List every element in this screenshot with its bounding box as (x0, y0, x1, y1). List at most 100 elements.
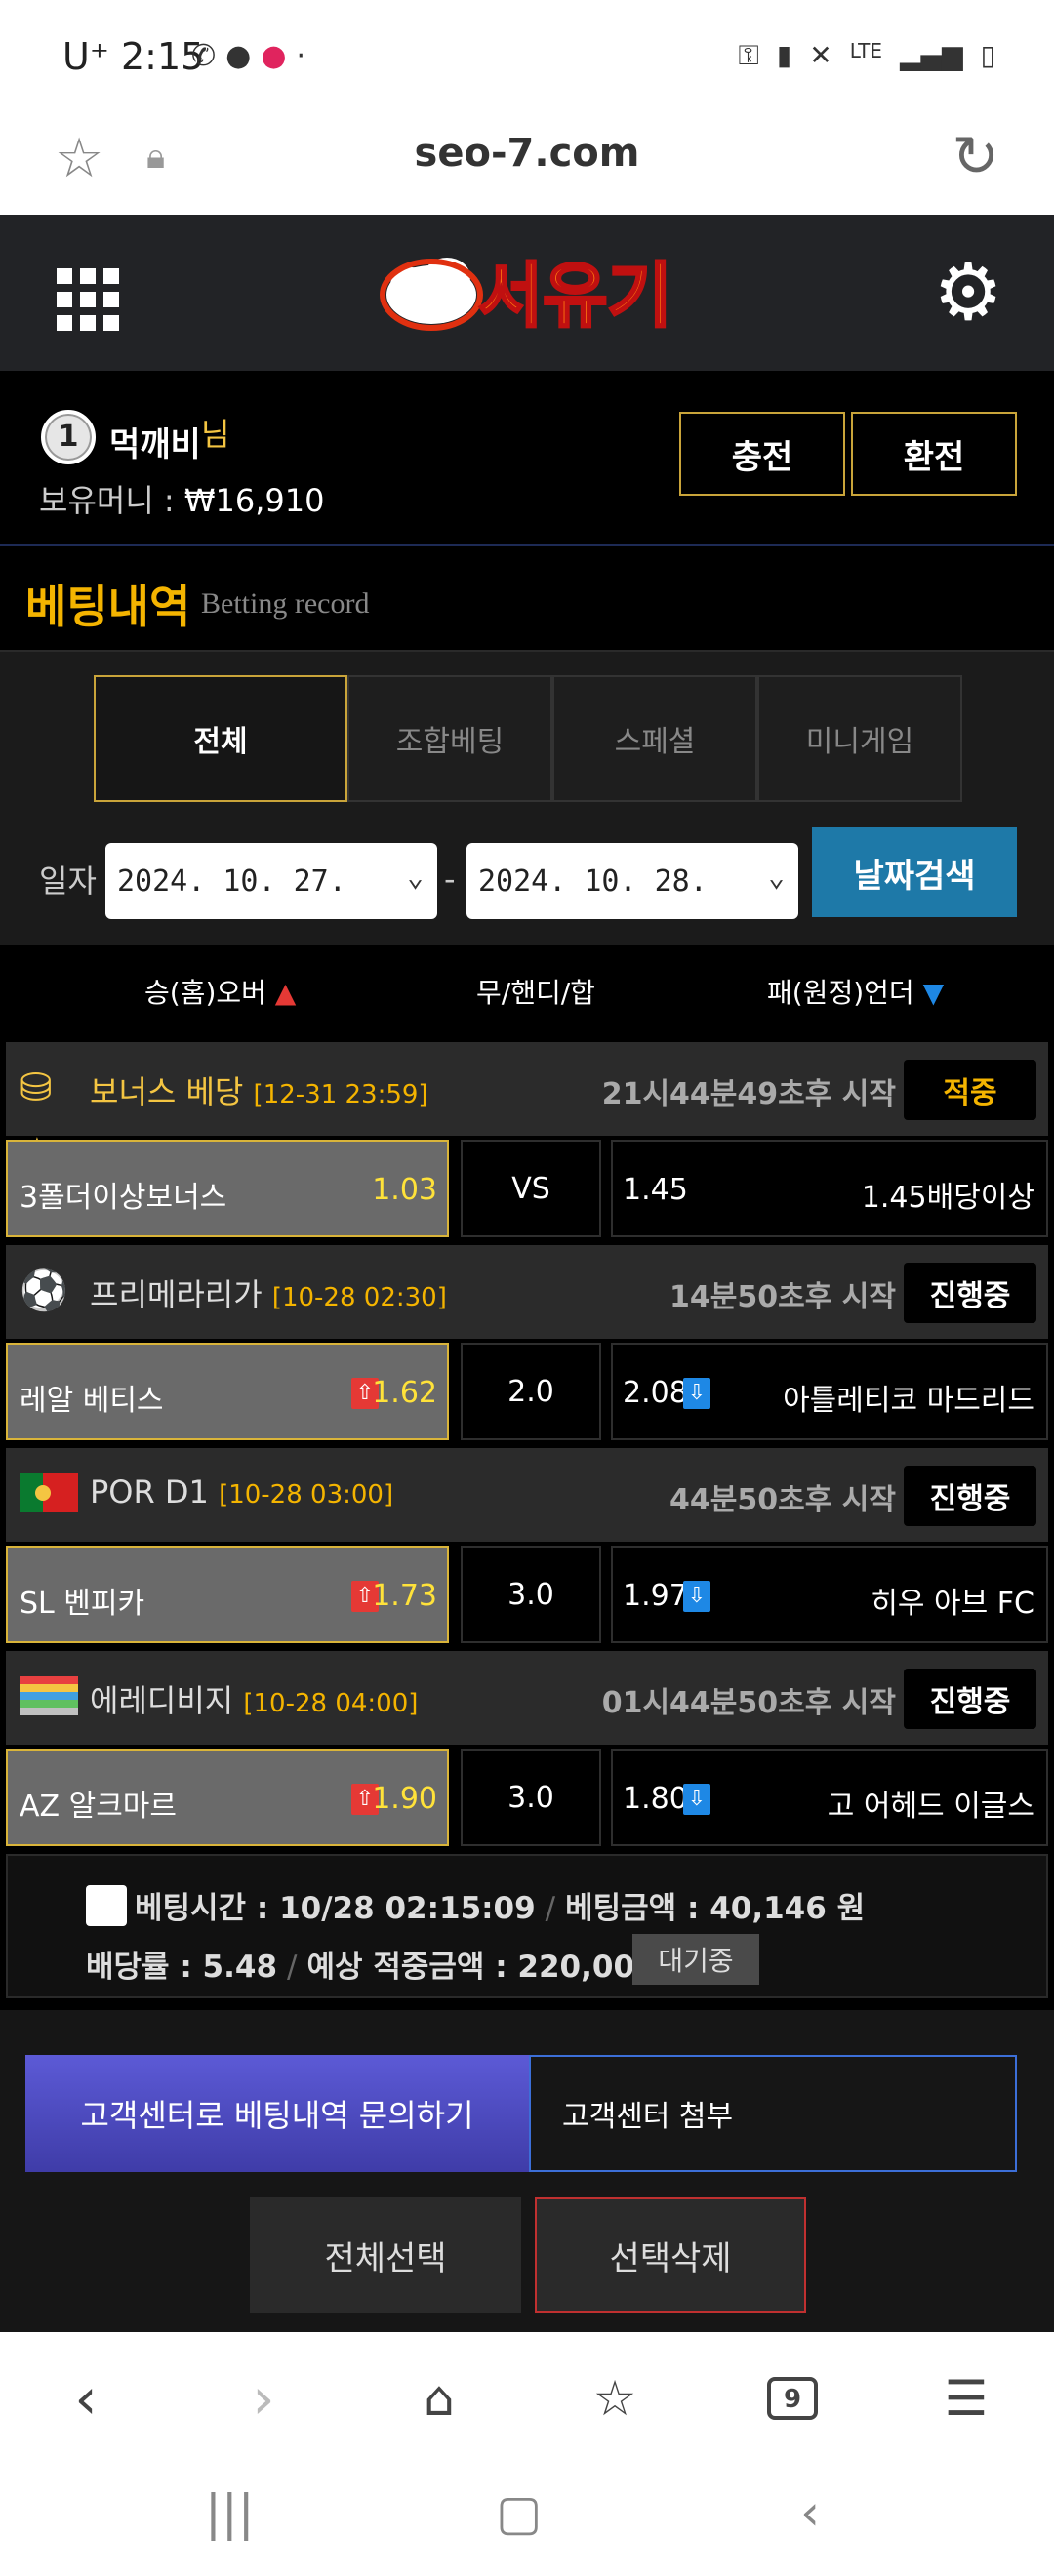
home-button-icon[interactable]: ▢ (496, 2484, 542, 2541)
bet-amount: 40,146 원 (709, 1891, 866, 1926)
away-pick[interactable]: 1.97 ⇩ 히우 아브 FC (611, 1546, 1048, 1643)
notification-icons: ✆ ● ● · (191, 39, 305, 73)
site-logo[interactable]: 서유기 (371, 234, 693, 351)
page-title-bar: 베팅내역 Betting record (0, 546, 1054, 652)
game-header: ⛁★ 보너스 베당 [12-31 23:59] 21시44분49초후 시작 적중 (6, 1042, 1048, 1175)
handicap-cell[interactable]: 3.0 (461, 1749, 601, 1846)
away-team: 고 어헤드 이글스 (827, 1790, 1034, 1824)
status-badge: 진행중 (904, 1669, 1036, 1729)
bonus-coins-icon: ⛁★ (20, 1066, 55, 1175)
url-bar[interactable]: ☆ 🔒︎ seo-7.com ↻ (0, 107, 1054, 215)
home-pick[interactable]: 3폴더이상보너스 1.03 (6, 1140, 449, 1237)
draw-cell[interactable]: VS (461, 1140, 601, 1237)
menu-grid-icon[interactable] (57, 268, 119, 331)
network-label: LTE (849, 39, 882, 62)
start-countdown: 21시44분49초후 시작 (601, 1077, 896, 1111)
user-panel: 1 먹깨비 님 보유머니 : ₩16,910 충전 환전 (0, 371, 1054, 546)
game-row: SL 벤피카 ⇧ 1.73 3.0 1.97 ⇩ 히우 아브 FC (6, 1546, 1048, 1643)
summary-line-1: 베팅시간 : 10/28 02:15:09/베팅금액 : 40,146 원 (135, 1891, 866, 1926)
start-countdown: 14분50초후 시작 (669, 1280, 896, 1314)
summary-line-2: 배당률 : 5.48/예상 적중금액 : 220,000 원 (86, 1950, 694, 1985)
system-nav: ||| ▢ ‹ (0, 2459, 1054, 2576)
tab-special[interactable]: 스페셜 (552, 675, 757, 802)
tab-all[interactable]: 전체 (94, 675, 347, 802)
away-team: 히우 아브 FC (871, 1587, 1034, 1621)
chevron-down-icon: ⌄ (768, 861, 785, 893)
delete-selected-button[interactable]: 선택삭제 (535, 2197, 806, 2313)
away-pick[interactable]: 1.80 ⇩ 고 어헤드 이글스 (611, 1749, 1048, 1846)
date-dash: - (444, 861, 456, 898)
home-pick[interactable]: AZ 알크마르 ⇧ 1.90 (6, 1749, 449, 1846)
start-date-select[interactable]: 2024. 10. 27. ⌄ (105, 843, 437, 919)
site-header: 서유기 ⚙ (0, 215, 1054, 371)
reload-icon[interactable]: ↻ (952, 123, 999, 189)
dot-icon: · (296, 39, 306, 73)
chat-icon: ● (225, 39, 252, 73)
url-text[interactable]: seo-7.com (0, 131, 1054, 176)
settings-gear-icon[interactable]: ⚙ (933, 254, 1003, 332)
game-row: AZ 알크마르 ⇧ 1.90 3.0 1.80 ⇩ 고 어헤드 이글스 (6, 1749, 1048, 1846)
phone-icon: ✆ (191, 39, 217, 73)
inquiry-button[interactable]: 고객센터로 베팅내역 문의하기 (25, 2055, 529, 2172)
laliga-icon: ⚽ (20, 1268, 68, 1313)
tabs-icon[interactable]: 9 (767, 2377, 818, 2420)
attach-button[interactable]: 고객센터 첨부 (529, 2055, 1017, 2172)
date-label: 일자 (39, 863, 97, 900)
tab-combo[interactable]: 조합베팅 (347, 675, 552, 802)
league-name: 프리메라리가 [10-28 02:30] (90, 1276, 447, 1313)
game-header: ⚽ 프리메라리가 [10-28 02:30] 14분50초후 시작 진행중 (6, 1245, 1048, 1339)
exchange-button[interactable]: 환전 (851, 412, 1017, 496)
select-all-button[interactable]: 전체선택 (250, 2197, 521, 2313)
home-team: AZ 알크마르 (20, 1790, 178, 1824)
eredivisie-icon (20, 1665, 82, 1729)
pending-badge: 대기중 (632, 1934, 759, 1985)
mute-icon: ✕ (809, 39, 832, 71)
bet-time: 10/28 02:15:09 (279, 1891, 536, 1926)
game-header: 에레디비지 [10-28 04:00] 01시44분50초후 시작 진행중 (6, 1651, 1048, 1745)
charge-button[interactable]: 충전 (679, 412, 845, 496)
down-triangle-icon: ▼ (922, 977, 945, 1009)
away-pick[interactable]: 1.45 1.45배당이상 (611, 1140, 1048, 1237)
league-name: 보너스 베당 [12-31 23:59] (90, 1073, 428, 1110)
home-odds: 1.03 (372, 1173, 437, 1207)
game-header: POR D1 [10-28 03:00] 44분50초후 시작 진행중 (6, 1448, 1048, 1542)
away-pick[interactable]: 2.08 ⇩ 아틀레티코 마드리드 (611, 1343, 1048, 1440)
balance-value: ₩16,910 (183, 482, 325, 519)
date-search-button[interactable]: 날짜검색 (812, 827, 1017, 917)
home-odds: 1.90 (372, 1782, 437, 1816)
status-badge: 적중 (904, 1060, 1036, 1120)
home-pick[interactable]: SL 벤피카 ⇧ 1.73 (6, 1546, 449, 1643)
handicap-cell[interactable]: 3.0 (461, 1546, 601, 1643)
handicap-cell[interactable]: 2.0 (461, 1343, 601, 1440)
home-team: SL 벤피카 (20, 1587, 145, 1621)
recent-apps-icon[interactable]: ||| (205, 2484, 255, 2541)
system-back-icon[interactable]: ‹ (800, 2484, 820, 2541)
bookmarks-icon[interactable]: ☆ (576, 2359, 654, 2437)
game-row: 3폴더이상보너스 1.03 VS 1.45 1.45배당이상 (6, 1140, 1048, 1237)
forward-icon[interactable]: › (224, 2359, 303, 2437)
signal-icon: ▂▄▆ (899, 39, 963, 71)
portugal-flag-icon (20, 1462, 82, 1526)
home-team: 레알 베티스 (20, 1384, 164, 1418)
balance: 보유머니 : ₩16,910 (39, 476, 325, 521)
home-team: 3폴더이상보너스 (20, 1181, 227, 1215)
level-badge: 1 (41, 410, 96, 464)
end-date-select[interactable]: 2024. 10. 28. ⌄ (466, 843, 798, 919)
home-icon[interactable]: ⌂ (400, 2359, 478, 2437)
select-checkbox[interactable] (86, 1885, 127, 1926)
odds-down-icon: ⇩ (683, 1784, 710, 1815)
status-bar: U⁺ 2:15 ✆ ● ● · ⚿ ▮ ✕ LTE ▂▄▆ ▯ (0, 0, 1054, 107)
browser-nav: ‹ › ⌂ ☆ 9 ☰ (0, 2332, 1054, 2459)
tab-minigame[interactable]: 미니게임 (757, 675, 962, 802)
away-odds: 2.08 (623, 1376, 688, 1410)
logo-text: 서유기 (478, 255, 672, 337)
start-date-value: 2024. 10. 27. (117, 864, 346, 899)
start-countdown: 01시44분50초후 시작 (601, 1686, 896, 1720)
menu-icon[interactable]: ☰ (927, 2359, 1005, 2437)
back-icon[interactable]: ‹ (47, 2359, 125, 2437)
home-pick[interactable]: 레알 베티스 ⇧ 1.62 (6, 1343, 449, 1440)
page-subtitle: Betting record (201, 587, 370, 620)
filter-area: 전체 조합베팅 스페셜 미니게임 일자 2024. 10. 27. ⌄ - 20… (0, 652, 1054, 945)
col-draw: 무/핸디/합 (476, 977, 595, 1009)
page-title: 베팅내역 (25, 581, 191, 633)
